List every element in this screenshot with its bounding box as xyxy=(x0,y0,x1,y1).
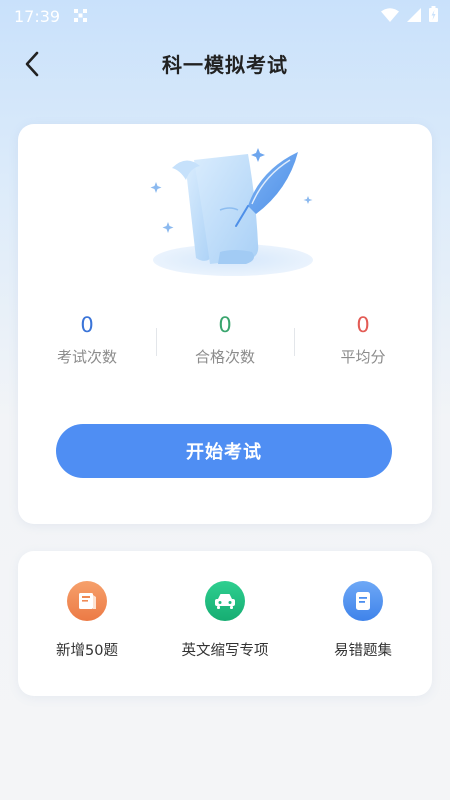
stat-value: 0 xyxy=(218,313,232,337)
tool-error-prone-questions[interactable]: 易错题集 xyxy=(294,551,432,696)
note-icon xyxy=(343,581,383,621)
stat-label: 合格次数 xyxy=(194,348,255,366)
signal-icon xyxy=(407,7,421,26)
back-button[interactable] xyxy=(14,46,50,82)
tool-label: 易错题集 xyxy=(334,643,392,659)
wifi-icon xyxy=(381,7,399,26)
status-left: 17:39 xyxy=(14,6,88,26)
stat-label: 考试次数 xyxy=(56,348,117,366)
car-icon xyxy=(205,581,245,621)
status-right xyxy=(381,6,438,26)
stat-value: 0 xyxy=(80,313,94,337)
nav-bar: 科一模拟考试 xyxy=(0,38,450,88)
status-time: 17:39 xyxy=(14,6,61,26)
tool-label: 新增50题 xyxy=(56,643,118,659)
stat-average-score: 0 平均分 xyxy=(294,312,432,372)
stat-value: 0 xyxy=(356,313,370,337)
battery-icon xyxy=(429,6,438,26)
stat-divider xyxy=(156,328,157,356)
tool-new-50-questions[interactable]: 新增50题 xyxy=(18,551,156,696)
start-exam-button[interactable]: 开始考试 xyxy=(56,424,392,478)
status-bar: 17:39 xyxy=(0,0,450,32)
stat-exam-count: 0 考试次数 xyxy=(18,312,156,372)
stat-label: 平均分 xyxy=(340,348,386,366)
book-icon xyxy=(67,581,107,621)
practice-tools-card: 新增50题 英文缩写专项 易错题集 xyxy=(18,551,432,696)
scroll-quill-illustration xyxy=(150,148,313,276)
tool-english-abbreviations[interactable]: 英文缩写专项 xyxy=(156,551,294,696)
chevron-left-icon xyxy=(25,51,39,77)
exam-summary-card: 0 考试次数 0 合格次数 0 平均分 开始考试 xyxy=(18,124,432,524)
screenshot-icon xyxy=(74,7,88,26)
stat-divider xyxy=(294,328,295,356)
stat-pass-count: 0 合格次数 xyxy=(156,312,294,372)
page-title: 科一模拟考试 xyxy=(162,52,288,77)
tool-label: 英文缩写专项 xyxy=(181,643,269,659)
exam-stats: 0 考试次数 0 合格次数 0 平均分 xyxy=(18,312,432,372)
